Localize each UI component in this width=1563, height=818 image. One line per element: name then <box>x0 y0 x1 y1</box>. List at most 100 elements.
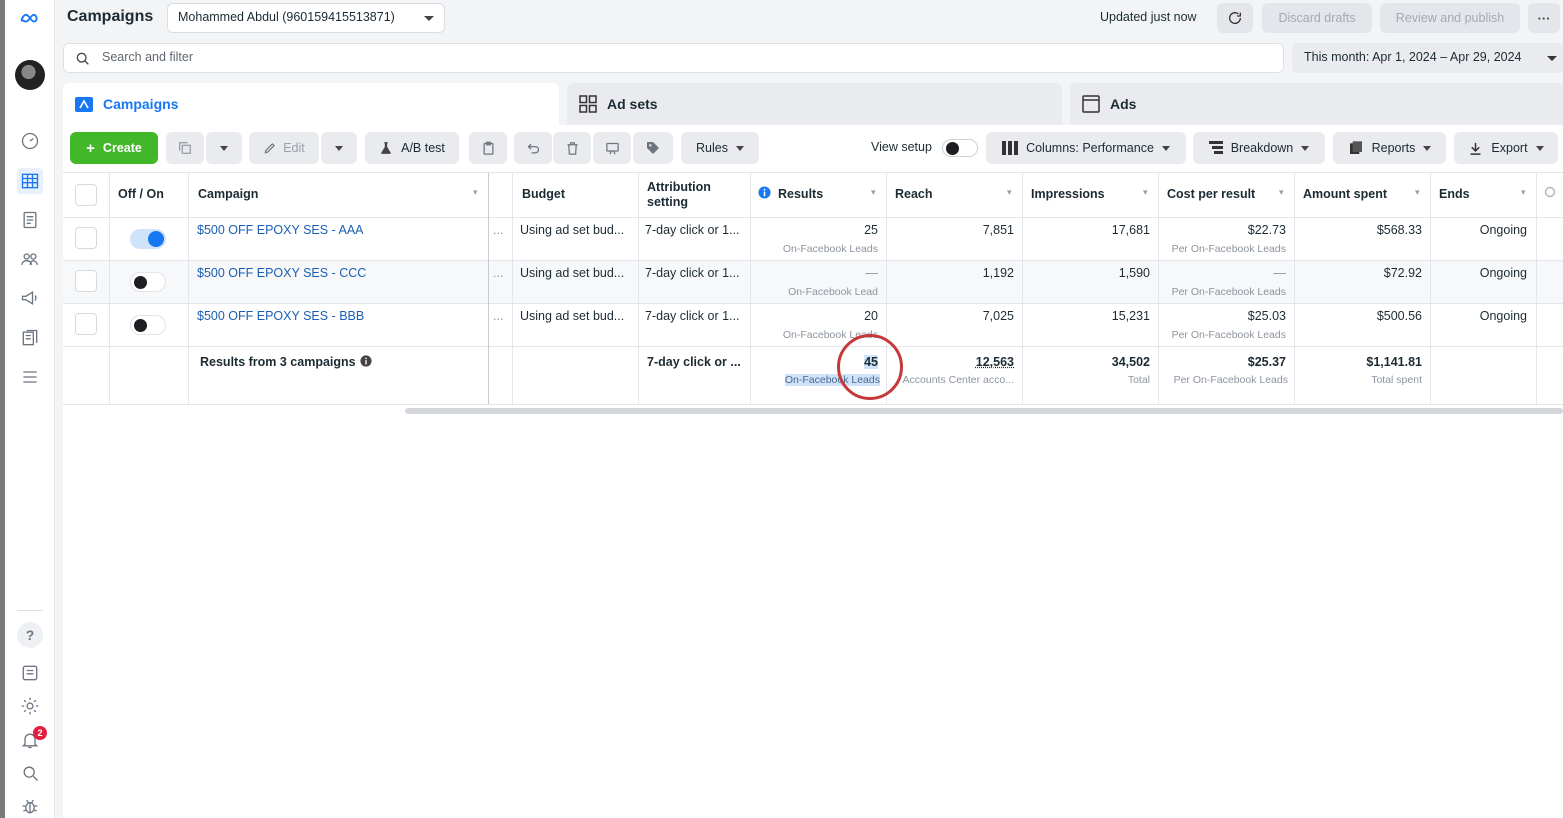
horizontal-scrollbar[interactable] <box>405 408 1563 414</box>
totals-label: Results from 3 campaigns <box>200 355 356 369</box>
campaign-toggle[interactable] <box>130 272 166 292</box>
help-icon[interactable]: ? <box>17 622 43 648</box>
view-setup-label: View setup <box>871 140 932 154</box>
tab-ad-sets[interactable]: Ad sets <box>567 83 1062 125</box>
pages-icon[interactable] <box>17 207 43 233</box>
campaigns-table-icon[interactable] <box>17 168 43 194</box>
campaign-name-link[interactable]: $500 OFF EPOXY SES - BBB <box>197 309 364 323</box>
create-button[interactable]: + Create <box>70 132 158 164</box>
sort-chevron-icon[interactable]: ▾ <box>871 187 876 198</box>
bug-report-icon[interactable] <box>17 793 43 818</box>
sort-chevron-icon[interactable]: ▾ <box>1143 187 1148 198</box>
view-setup-toggle[interactable] <box>942 139 978 157</box>
edit-label: Edit <box>283 141 305 155</box>
header-reach[interactable]: Reach <box>895 187 933 201</box>
menu-icon[interactable] <box>17 364 43 390</box>
tab-ads-label: Ads <box>1110 96 1137 112</box>
tab-ads[interactable]: Ads <box>1070 83 1563 125</box>
col-divider <box>512 173 513 404</box>
breakdown-dropdown[interactable]: Breakdown <box>1193 132 1325 164</box>
campaign-toggle[interactable] <box>130 315 166 335</box>
refresh-button[interactable] <box>1217 3 1253 33</box>
ab-test-label: A/B test <box>401 141 445 155</box>
meta-logo-icon[interactable] <box>17 6 43 32</box>
header-ends[interactable]: Ends <box>1439 187 1470 201</box>
delete-button[interactable] <box>553 132 591 164</box>
updated-status: Updated just now <box>1100 10 1197 24</box>
sort-chevron-icon[interactable]: ▾ <box>473 187 478 198</box>
col-divider <box>1158 173 1159 404</box>
campaign-name-link[interactable]: $500 OFF EPOXY SES - CCC <box>197 266 366 280</box>
ab-test-button[interactable]: A/B test <box>365 132 459 164</box>
tag-button[interactable] <box>633 132 673 164</box>
header-budget[interactable]: Budget <box>522 187 565 201</box>
sort-chevron-icon[interactable]: ▾ <box>1415 187 1420 198</box>
table-bottom-border <box>63 404 1563 405</box>
left-nav-rail: ? 2 <box>5 0 55 818</box>
sort-chevron-icon[interactable]: ▾ <box>1521 187 1526 198</box>
toggle-knob <box>946 142 959 155</box>
row-menu-dots[interactable]: ... <box>493 266 503 280</box>
undo-button[interactable] <box>514 132 552 164</box>
row-checkbox[interactable] <box>75 227 97 249</box>
billing-icon[interactable] <box>17 325 43 351</box>
chevron-down-icon <box>1535 145 1544 151</box>
campaign-name-link[interactable]: $500 OFF EPOXY SES - AAA <box>197 223 364 237</box>
sort-chevron-icon[interactable]: ▾ <box>1279 187 1284 198</box>
results-type: On-Facebook Lead <box>788 286 878 298</box>
attribution-cell: 7-day click or 1... <box>645 223 740 237</box>
row-menu-dots[interactable]: ... <box>493 309 503 323</box>
edit-dropdown[interactable] <box>321 132 357 164</box>
sort-chevron-icon[interactable]: ▾ <box>1007 187 1012 198</box>
dashboard-gauge-icon[interactable] <box>17 128 43 154</box>
totals-reach-value: 12,563 <box>975 355 1014 369</box>
duplicate-button[interactable] <box>166 132 204 164</box>
news-icon[interactable] <box>17 660 43 686</box>
header-campaign[interactable]: Campaign <box>198 187 258 201</box>
row-checkbox[interactable] <box>75 313 97 335</box>
header-attribution-setting[interactable]: Attribution setting <box>647 180 737 210</box>
edit-button[interactable]: Edit <box>249 132 319 164</box>
header-off-on[interactable]: Off / On <box>118 187 164 201</box>
info-icon[interactable] <box>360 355 372 370</box>
header-amount-spent[interactable]: Amount spent <box>1303 187 1387 201</box>
header-cost-per-result[interactable]: Cost per result <box>1167 187 1255 201</box>
reports-dropdown[interactable]: Reports <box>1333 132 1446 164</box>
tab-campaigns[interactable]: Campaigns <box>63 83 559 125</box>
preview-button[interactable] <box>593 132 631 164</box>
megaphone-icon[interactable] <box>17 285 43 311</box>
columns-dropdown[interactable]: Columns: Performance <box>986 132 1186 164</box>
header-results[interactable]: Results <box>778 187 823 201</box>
profile-avatar[interactable] <box>15 60 45 90</box>
audiences-icon[interactable] <box>17 246 43 272</box>
row-checkbox[interactable] <box>75 270 97 292</box>
pencil-icon <box>264 143 276 154</box>
account-selector[interactable]: Mohammed Abdul (960159415513871) <box>167 3 445 33</box>
review-and-publish-button[interactable]: Review and publish <box>1380 3 1520 33</box>
clipboard-button[interactable] <box>469 132 507 164</box>
ends-value: Ongoing <box>1479 223 1527 237</box>
column-settings-icon[interactable] <box>1544 186 1556 201</box>
impressions-value: 15,231 <box>1111 309 1150 323</box>
select-all-checkbox[interactable] <box>75 184 97 206</box>
campaign-toggle[interactable] <box>130 229 166 249</box>
rules-dropdown[interactable]: Rules <box>681 132 759 164</box>
duplicate-dropdown[interactable] <box>206 132 242 164</box>
cost-per-result-value: $25.03 <box>1247 309 1286 323</box>
col-divider <box>488 173 489 404</box>
date-range-picker[interactable]: This month: Apr 1, 2024 – Apr 29, 2024 <box>1292 43 1563 73</box>
settings-gear-icon[interactable] <box>17 693 43 719</box>
export-dropdown[interactable]: Export <box>1454 132 1558 164</box>
header-impressions[interactable]: Impressions <box>1031 187 1105 201</box>
budget-cell: Using ad set bud... <box>520 309 625 323</box>
trash-icon <box>567 141 577 155</box>
search-input[interactable] <box>102 50 702 64</box>
row-menu-dots[interactable]: ... <box>493 223 503 237</box>
tab-campaigns-label: Campaigns <box>103 96 179 112</box>
more-options-button[interactable]: ··· <box>1528 3 1560 33</box>
search-icon[interactable] <box>17 760 43 786</box>
col-divider <box>1294 173 1295 404</box>
discard-drafts-button[interactable]: Discard drafts <box>1262 3 1372 33</box>
table-top-border <box>63 172 1563 173</box>
download-icon <box>1470 142 1481 155</box>
